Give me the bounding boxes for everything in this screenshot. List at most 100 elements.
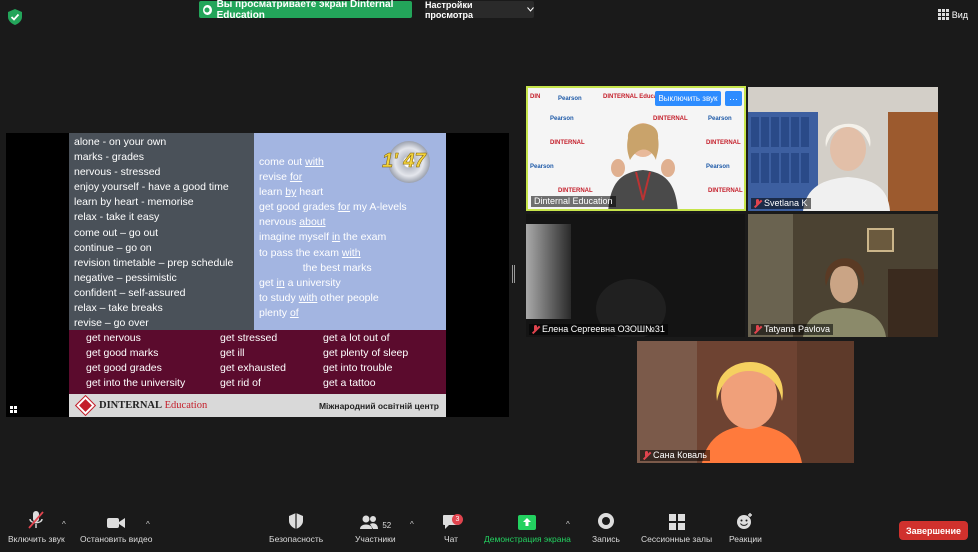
mute-label: Включить звук [8,534,65,544]
participant-name-text: Tatyana Pavlova [764,324,831,334]
preposition-line: imagine myself in the exam [259,230,441,245]
video-tile-elena[interactable]: Елена Сергеевна ОЗОШ№31 [526,214,745,337]
preposition: in [331,231,341,244]
get-phrases-band: get nervous get good marks get good grades… [69,330,446,394]
logo-main: DINTERNAL [99,400,163,411]
share-screen-button[interactable]: Демонстрация экрана [484,508,571,544]
wall-logo: DINTERNAL [558,188,593,194]
preposition: for [289,171,303,184]
line-text: to pass the exam [259,246,342,259]
reactions-button[interactable]: Реакции [729,508,762,544]
view-button[interactable]: Вид [937,9,968,20]
breakout-rooms-icon [668,514,685,530]
get-phrase: get exhausted [220,362,286,374]
view-options-dropdown[interactable]: Настройки просмотра [425,0,534,20]
chevron-down-icon [527,7,534,12]
video-options-caret-icon[interactable]: ^ [146,520,150,529]
synonym-line: alone - on your own [74,136,167,148]
get-phrase: get into trouble [323,362,393,374]
line-text: the best marks [259,261,372,274]
line-text: come out [259,156,306,168]
video-tile-svetlana[interactable]: Svetlana K [748,87,938,211]
line-text: get good grades [259,201,338,214]
record-label: Запись [592,534,620,544]
synonym-line: negative – pessimistic [74,271,177,284]
breakout-rooms-button[interactable]: Сессионные залы [641,508,712,544]
get-phrase: get plenty of sleep [323,347,409,359]
participants-options-caret-icon[interactable]: ^ [410,520,414,529]
wall-logo: Pearson [550,116,574,122]
smiley-plus-icon [737,513,753,529]
synonym-line: revise – go over [74,317,149,330]
preposition: of [289,306,299,319]
video-label: Остановить видео [80,534,153,544]
more-options-button[interactable]: ··· [725,91,742,106]
line-text: plenty [259,306,290,319]
meeting-toolbar: Включить звук ^ Остановить видео ^ Безоп… [0,508,978,552]
unmute-button[interactable]: Выключить звук [655,91,721,106]
security-button[interactable]: Безопасность [269,508,323,544]
share-options-caret-icon[interactable]: ^ [566,520,570,529]
mic-muted-icon [754,325,761,334]
cd-timer: 1' 47 [382,141,434,183]
stop-video-button[interactable]: Остановить видео [80,508,152,544]
wall-logo: Pearson [708,116,732,122]
share-screen-icon [518,515,537,530]
security-shield-icon[interactable] [8,9,22,25]
preposition-line: learn by heart [259,185,441,200]
get-phrase: get a tattoo [323,377,376,389]
synonym-line: enjoy yourself - have a good time [74,181,229,194]
phrases-column-1: get nervous get good marks get good grades… [86,331,185,391]
preposition-line: nervous about [259,215,441,230]
video-tile-host[interactable]: DIN Pearson DINTERNAL Education Pearson … [526,86,746,211]
slide-footer: DINTERNAL Education Міжнародний освітній… [69,394,446,417]
get-phrase: get rid of [220,377,261,389]
mic-muted-icon [532,325,539,334]
wall-logo: DINTERNAL [550,140,585,146]
synonym-line: revision timetable – prep schedule [74,256,234,269]
participants-button[interactable]: 52 Участники [355,508,396,544]
preposition: with [305,156,324,168]
audio-options-caret-icon[interactable]: ^ [62,520,66,529]
synonym-line: learn by heart - memorise [74,196,194,209]
preposition-line: the best marks [259,261,441,276]
security-label: Безопасность [269,534,324,544]
line-text: revise [259,171,290,184]
participant-name: Сана Коваль [640,450,710,461]
logo-diamond-icon [74,394,97,417]
get-phrase: get into the university [86,377,186,389]
preposition: with [298,291,318,304]
splitter-handle[interactable] [512,265,515,283]
view-button-label: Вид [951,9,968,20]
record-button[interactable]: Запись [592,508,620,544]
synonym-line: come out – go out [74,226,159,239]
synonym-line: confident – self-assured [74,286,186,299]
presentation-slide: alone - on your own marks - grades nervous… [69,133,446,417]
wall-logo: DIN [530,94,541,100]
get-phrase: get nervous [86,332,141,344]
line-text: the exam [340,231,387,244]
wall-logo: DINTERNAL [706,140,741,146]
participant-name-text: Svetlana K [764,198,808,208]
chat-unread-badge: 3 [452,514,463,525]
video-camera-icon [107,518,126,528]
get-phrase: get stressed [220,332,278,344]
line-text: my A-levels [350,201,407,214]
reactions-label: Реакции [729,534,762,544]
video-tile-tatyana[interactable]: Tatyana Pavlova [748,214,938,337]
sana-video [637,341,854,463]
preposition-line: plenty of [259,306,441,321]
end-meeting-button[interactable]: Завершение [899,521,968,540]
mic-muted-icon [643,451,650,460]
record-icon [597,513,614,529]
video-tile-sana[interactable]: Сана Коваль [637,341,854,463]
participant-name: Dinternal Education [531,196,616,207]
preposition: by [285,186,297,199]
mic-muted-icon [754,199,761,208]
participant-name: Tatyana Pavlova [751,324,834,335]
phrases-column-3: get a lot out of get plenty of sleep get i… [323,331,408,391]
mute-button[interactable]: Включить звук [8,508,65,544]
preposition-line: get in a university [259,276,441,291]
get-phrase: get good grades [86,362,162,374]
participants-label: Участники [355,534,396,544]
